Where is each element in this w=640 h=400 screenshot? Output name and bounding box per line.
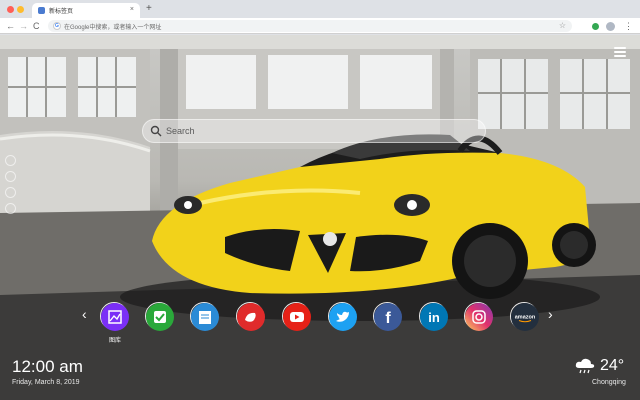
browser-menu-icon[interactable]: ⋮ [624,20,633,32]
sidebar-shortcuts [5,155,16,219]
search-icon [150,125,162,137]
car-wallpaper-background [0,35,640,400]
sidebar-item[interactable] [5,187,16,198]
app-youtube[interactable] [282,302,311,331]
image-gallery-icon [101,303,129,331]
clock-date: Friday, March 8, 2019 [12,379,80,386]
new-tab-page: Search ‹ › 图库 f in amazon 12:00 am Frida… [0,35,640,400]
tab-close-icon[interactable]: × [130,5,134,15]
next-apps-arrow[interactable]: › [548,307,553,321]
active-tab[interactable]: 新标签页 × [32,3,140,18]
youtube-icon [283,303,311,331]
facebook-icon: f [374,303,402,331]
tab-favicon-icon [38,7,45,14]
app-tasks[interactable] [145,302,174,331]
extension-icon[interactable] [592,23,599,30]
twitter-icon [329,303,357,331]
app-facebook[interactable]: f [373,302,402,331]
back-button[interactable]: ← [6,20,15,32]
linkedin-icon: in [420,303,448,331]
game-controller-icon [237,303,265,331]
reload-button[interactable]: C [33,20,40,32]
instagram-icon [465,303,493,331]
browser-toolbar: ← → C G 在Google中搜索，或者输入一个网址 ☆ ⋮ [0,18,640,34]
new-tab-button[interactable]: + [146,3,152,15]
tab-bar: 新标签页 × + [0,0,640,18]
prev-apps-arrow[interactable]: ‹ [82,307,87,321]
app-gallery-label: 图库 [108,338,121,344]
sidebar-item[interactable] [5,171,16,182]
clock-time: 12:00 am [12,357,83,376]
linkedin-glyph: in [428,310,440,325]
checkmark-icon [146,303,174,331]
close-window-button[interactable] [7,6,14,13]
weather-city: Chongqing [592,379,626,386]
notes-icon [191,303,219,331]
sidebar-item[interactable] [5,155,16,166]
app-linkedin[interactable]: in [419,302,448,331]
forward-button[interactable]: → [19,20,28,32]
app-game[interactable] [236,302,265,331]
sidebar-item[interactable] [5,203,16,214]
cloud-rain-icon [575,358,595,374]
google-icon: G [53,22,61,30]
app-amazon[interactable]: amazon [510,302,539,331]
amazon-icon: amazon [511,303,539,331]
address-placeholder: 在Google中搜索，或者输入一个网址 [64,25,162,31]
bookmark-star-icon[interactable]: ☆ [559,20,566,32]
app-shortcuts: 图库 f in amazon [100,302,540,344]
profile-avatar[interactable] [606,22,615,31]
amazon-wordmark: amazon [515,315,536,321]
weather-temperature: 24° [600,357,625,374]
tab-title: 新标签页 [49,9,74,15]
app-notes[interactable] [190,302,219,331]
app-twitter[interactable] [328,302,357,331]
address-bar[interactable]: G 在Google中搜索，或者输入一个网址 ☆ [48,20,572,32]
app-instagram[interactable] [464,302,493,331]
search-input[interactable]: Search [166,126,195,136]
settings-menu-icon[interactable] [614,47,626,57]
minimize-window-button[interactable] [17,6,24,13]
search-bar[interactable]: Search [142,119,486,143]
app-gallery[interactable]: 图库 [100,302,129,344]
facebook-glyph: f [385,310,391,327]
